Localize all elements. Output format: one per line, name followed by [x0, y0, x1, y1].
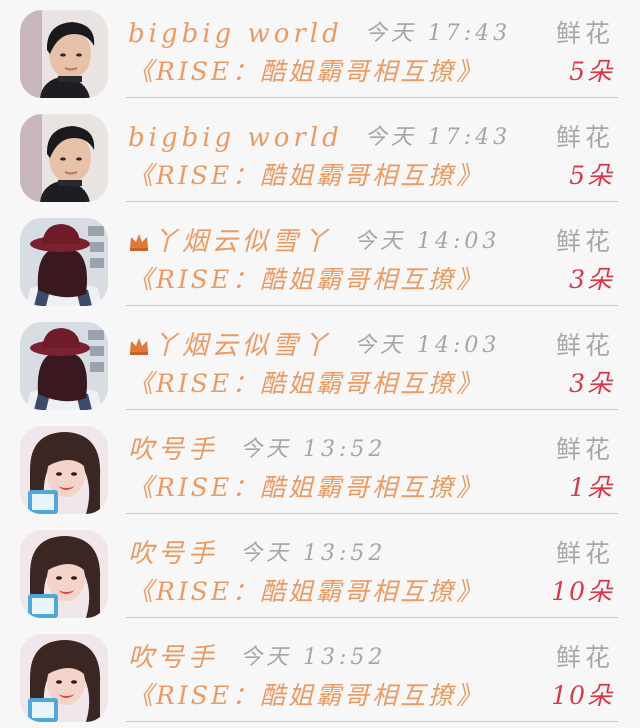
avatar[interactable]: [20, 10, 108, 98]
list-item[interactable]: bigbig world 今天 17:43 鲜花 《RISE：酷姐霸哥相互撩》 …: [0, 104, 640, 208]
list-item[interactable]: 吹号手 今天 13:52 鲜花 《RISE：酷姐霸哥相互撩》 10朵: [0, 624, 640, 728]
timestamp: 今天 14:03: [354, 333, 501, 358]
sender-name[interactable]: 吹号手: [128, 534, 218, 574]
divider: [126, 97, 618, 98]
boy-avatar-icon: [20, 10, 108, 98]
timestamp: 今天 13:52: [240, 437, 387, 462]
avatar[interactable]: [20, 218, 108, 306]
gift-type: 鲜花: [555, 19, 614, 48]
name-line: 吹号手 今天 13:52: [128, 638, 386, 678]
work-title[interactable]: 《RISE：酷姐霸哥相互撩》: [128, 468, 484, 508]
smiling-girl-avatar-icon: [20, 634, 108, 722]
sender-name[interactable]: 丫烟云似雪丫: [152, 326, 332, 366]
name-line: bigbig world 今天 17:43: [128, 118, 511, 158]
name-line: 吹号手 今天 13:52: [128, 430, 386, 470]
gift-type: 鲜花: [555, 123, 614, 152]
sender-name[interactable]: 丫烟云似雪丫: [152, 222, 332, 262]
timestamp: 今天 14:03: [354, 229, 501, 254]
smiling-girl-avatar-icon: [20, 426, 108, 514]
crown-icon: [130, 234, 148, 251]
list-item[interactable]: bigbig world 今天 17:43 鲜花 《RISE：酷姐霸哥相互撩》 …: [0, 0, 640, 104]
divider: [126, 201, 618, 202]
name-line: bigbig world 今天 17:43: [128, 14, 511, 54]
gift-count: 5朵: [569, 161, 614, 190]
timestamp: 今天 13:52: [240, 541, 387, 566]
list-item[interactable]: 丫烟云似雪丫 今天 14:03 鲜花 《RISE：酷姐霸哥相互撩》 3朵: [0, 312, 640, 416]
gift-count: 10朵: [551, 577, 614, 606]
gift-type: 鲜花: [555, 435, 614, 464]
avatar[interactable]: [20, 426, 108, 514]
gift-count: 3朵: [569, 369, 614, 398]
avatar[interactable]: [20, 114, 108, 202]
timestamp: 今天 17:43: [364, 125, 512, 150]
timestamp: 今天 17:43: [364, 21, 512, 46]
work-title[interactable]: 《RISE：酷姐霸哥相互撩》: [128, 260, 484, 300]
divider: [126, 409, 618, 410]
work-title[interactable]: 《RISE：酷姐霸哥相互撩》: [128, 364, 484, 404]
name-line: 吹号手 今天 13:52: [128, 534, 386, 574]
name-line: 丫烟云似雪丫 今天 14:03: [128, 222, 500, 262]
hat-girl-avatar-icon: [20, 322, 108, 410]
crown-icon: [130, 338, 148, 355]
sender-name[interactable]: 吹号手: [128, 430, 218, 470]
avatar[interactable]: [20, 530, 108, 618]
gift-type: 鲜花: [555, 643, 614, 672]
divider: [126, 721, 618, 722]
smiling-girl-avatar-icon: [20, 530, 108, 618]
gift-count: 1朵: [569, 473, 614, 502]
list-item[interactable]: 吹号手 今天 13:52 鲜花 《RISE：酷姐霸哥相互撩》 1朵: [0, 416, 640, 520]
list-item[interactable]: 丫烟云似雪丫 今天 14:03 鲜花 《RISE：酷姐霸哥相互撩》 3朵: [0, 208, 640, 312]
work-title[interactable]: 《RISE：酷姐霸哥相互撩》: [128, 676, 484, 716]
work-title[interactable]: 《RISE：酷姐霸哥相互撩》: [128, 52, 484, 92]
sender-name[interactable]: bigbig world: [128, 14, 343, 54]
list-item[interactable]: 吹号手 今天 13:52 鲜花 《RISE：酷姐霸哥相互撩》 10朵: [0, 520, 640, 624]
gift-record-list: bigbig world 今天 17:43 鲜花 《RISE：酷姐霸哥相互撩》 …: [0, 0, 640, 724]
gift-type: 鲜花: [555, 227, 614, 256]
avatar[interactable]: [20, 322, 108, 410]
gift-type: 鲜花: [555, 331, 614, 360]
work-title[interactable]: 《RISE：酷姐霸哥相互撩》: [128, 572, 484, 612]
gift-count: 5朵: [569, 57, 614, 86]
avatar[interactable]: [20, 634, 108, 722]
work-title[interactable]: 《RISE：酷姐霸哥相互撩》: [128, 156, 484, 196]
divider: [126, 513, 618, 514]
gift-type: 鲜花: [555, 539, 614, 568]
name-line: 丫烟云似雪丫 今天 14:03: [128, 326, 500, 366]
gift-count: 3朵: [569, 265, 614, 294]
timestamp: 今天 13:52: [240, 645, 387, 670]
sender-name[interactable]: 吹号手: [128, 638, 218, 678]
sender-name[interactable]: bigbig world: [128, 118, 343, 158]
gift-count: 10朵: [551, 681, 614, 710]
divider: [126, 617, 618, 618]
divider: [126, 305, 618, 306]
hat-girl-avatar-icon: [20, 218, 108, 306]
boy-avatar-icon: [20, 114, 108, 202]
